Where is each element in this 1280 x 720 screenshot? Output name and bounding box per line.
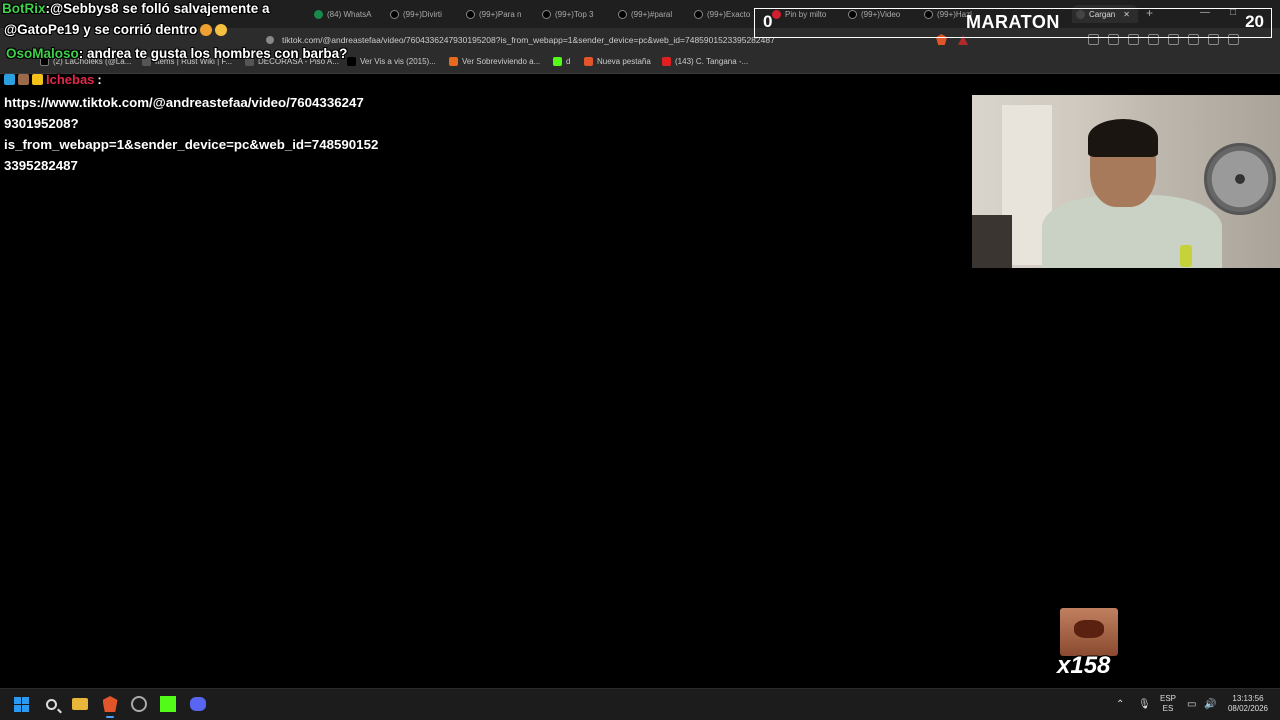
clock[interactable]: 13:13:56 08/02/2026	[1222, 694, 1274, 714]
bookmark-item[interactable]: Ver Sobreviviendo a...	[449, 57, 540, 66]
chat-colon: :	[97, 72, 102, 87]
folder-icon	[72, 698, 88, 710]
network-icon[interactable]: ▭	[1187, 699, 1196, 710]
chat-message: BotRix:@Sebbys8 se folló salvajemente a	[2, 1, 270, 16]
tab-tiktok-4[interactable]: (99+)#paral	[618, 5, 680, 23]
maraton-left-count: 0	[763, 12, 773, 31]
discord-icon	[190, 697, 206, 711]
emote-image	[1060, 608, 1118, 656]
tiktok-icon	[694, 9, 703, 19]
chat-link-line: is_from_webapp=1&sender_device=pc&web_id…	[4, 137, 379, 152]
whatsapp-icon	[314, 9, 323, 19]
badge-icon	[18, 74, 29, 85]
bookmark-item[interactable]: d	[553, 57, 570, 66]
tiktok-icon	[390, 9, 399, 19]
tiktok-icon	[618, 9, 627, 19]
chat-link-line: 930195208?	[4, 116, 79, 131]
webcam-background	[972, 215, 1012, 268]
badge-icon	[4, 74, 15, 85]
chat-message-continuation: @GatoPe19 y se corrió dentro	[4, 22, 228, 37]
chat-text: :@Sebbys8 se folló salvajemente a	[45, 1, 270, 16]
tiktok-icon	[466, 9, 475, 19]
volume-icon[interactable]: 🔊	[1204, 699, 1216, 710]
bottle-icon	[1180, 245, 1192, 267]
tab-tiktok-2[interactable]: (99+)Para n	[466, 5, 528, 23]
windows-icon	[13, 696, 29, 712]
p-icon	[347, 57, 356, 66]
bookmark-item[interactable]: Nueva pestaña	[584, 57, 651, 66]
youtube-icon	[662, 57, 671, 66]
chat-text: @GatoPe19 y se corrió dentro	[4, 22, 198, 37]
brave-button[interactable]	[100, 694, 120, 714]
maraton-counter: 0 MARATON 20	[754, 8, 1272, 38]
tab-tiktok-3[interactable]: (99+)Top 3	[542, 5, 604, 23]
discord-button[interactable]	[188, 694, 208, 714]
kick-button[interactable]	[158, 694, 178, 714]
search-button[interactable]	[41, 694, 61, 714]
chat-link-line: https://www.tiktok.com/@andreastefaa/vid…	[4, 95, 364, 110]
maraton-title: MARATON	[966, 12, 1060, 32]
chrome-button[interactable]	[129, 694, 149, 714]
chat-text: : andrea te gusta los hombres con barba?	[78, 46, 348, 61]
emoji-icon	[215, 24, 228, 36]
chat-username: Ichebas	[46, 72, 95, 87]
chat-username: BotRix	[2, 1, 46, 16]
webcam-person-hair	[1088, 119, 1158, 157]
crown-badge-icon	[32, 74, 43, 85]
microphone-icon[interactable]: 🎙	[1138, 699, 1151, 710]
language-indicator[interactable]: ESP ES	[1158, 694, 1178, 714]
tiktok-icon	[542, 9, 551, 19]
chat-message: OsoMaloso: andrea te gusta los hombres c…	[6, 46, 347, 61]
kick-icon	[160, 696, 176, 712]
tab-whatsapp[interactable]: (84) WhatsA	[314, 5, 376, 23]
maraton-right-count: 20	[1245, 12, 1264, 31]
language-top: ESP	[1159, 694, 1176, 703]
bookmark-item[interactable]: (143) C. Tangana -...	[662, 57, 748, 66]
chat-link-message: https://www.tiktok.com/@andreastefaa/vid…	[4, 92, 378, 176]
chat-message-header: Ichebas :	[4, 72, 102, 87]
start-button[interactable]	[11, 694, 31, 714]
search-icon	[45, 698, 57, 710]
language-bottom: ES	[1162, 704, 1174, 713]
webcam-feed	[972, 95, 1280, 268]
fan-icon	[1204, 143, 1276, 215]
brave-icon	[102, 696, 118, 712]
chat-link-line: 3395282487	[4, 158, 78, 173]
orange-icon	[449, 57, 458, 66]
file-explorer-button[interactable]	[70, 694, 90, 714]
emote-face	[1074, 620, 1104, 638]
site-info-icon[interactable]	[266, 36, 274, 44]
clock-time: 13:13:56	[1232, 694, 1264, 703]
kick-icon	[553, 57, 562, 66]
emoji-icon	[200, 24, 213, 36]
emote-count: x158	[1057, 652, 1111, 679]
tab-tiktok-5[interactable]: (99+)Exacto	[694, 5, 752, 23]
brave-icon	[584, 57, 593, 66]
tab-tiktok-1[interactable]: (99+)Divirti	[390, 5, 454, 23]
chat-username: OsoMaloso	[6, 46, 79, 61]
clock-date: 08/02/2026	[1227, 704, 1269, 713]
chevron-up-icon[interactable]: ⌃	[1116, 699, 1124, 710]
bookmark-item[interactable]: Ver Vis a vis (2015)...	[347, 57, 436, 66]
active-indicator	[106, 716, 114, 718]
chrome-icon	[131, 696, 147, 712]
